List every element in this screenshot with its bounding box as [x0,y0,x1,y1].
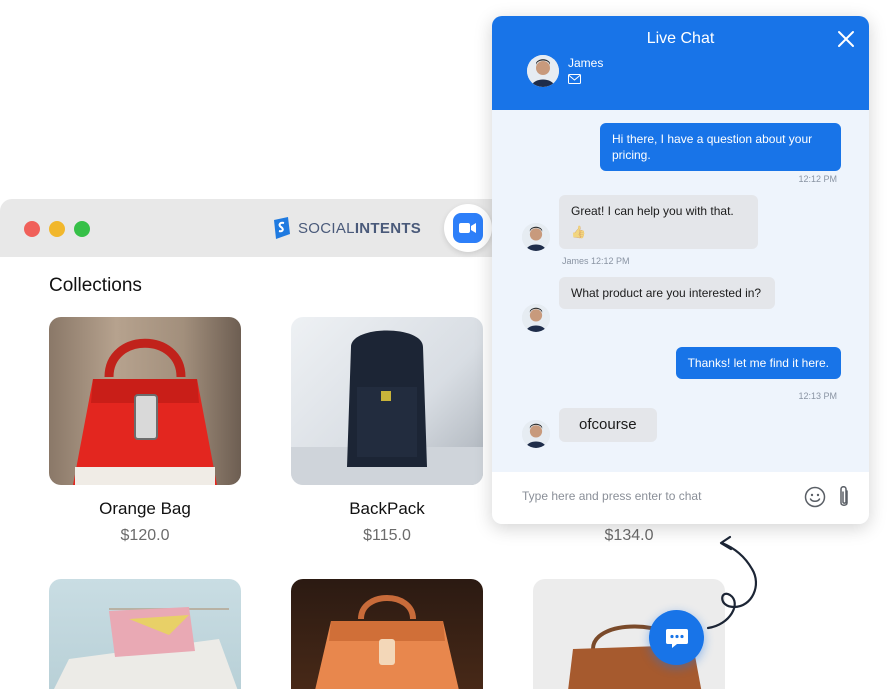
chat-title: Live Chat [646,30,715,47]
brand-logo-icon [274,217,290,239]
product-image-orange-handbag[interactable] [291,579,483,689]
emoji-icon[interactable] [804,486,826,508]
agent-name: James [568,56,604,70]
product-image[interactable] [291,317,483,485]
product-price: $134.0 [604,527,654,544]
window-titlebar: SOCIALINTENTS [0,199,520,257]
brand-name-part2: INTENTS [354,219,422,237]
product-card-orange-bag[interactable]: Orange Bag $120.0 [49,317,241,545]
paperclip-icon[interactable] [835,484,853,510]
product-image-pink-bag[interactable] [49,579,241,689]
chat-message-input[interactable] [522,489,792,503]
product-card-backpack[interactable]: BackPack $115.0 [291,317,483,545]
agent-message: What product are you interested in? [559,277,775,309]
collections-heading: Collections [49,275,142,296]
close-window-button[interactable] [24,221,40,237]
product-price: $115.0 [363,527,411,544]
maximize-window-button[interactable] [74,221,90,237]
arrow-icon [706,535,758,630]
agent-message-text: Great! I can help you with that. [571,204,734,218]
mail-icon[interactable] [568,74,581,84]
agent-avatar-small [522,223,550,251]
backpack-illustration [291,330,483,485]
agent-avatar-small [522,420,550,448]
close-icon[interactable] [837,30,855,48]
visitor-message: Thanks! let me find it here. [675,347,841,379]
brand-name-part1: SOCIAL [298,219,355,237]
chat-header: Live Chat James [492,16,869,110]
chat-bubble-icon [665,628,688,648]
message-timestamp: 12:12 PM [798,174,837,184]
thumbs-up-icon: 👍 [571,225,586,239]
product-name[interactable]: Orange Bag [49,499,241,519]
video-call-button[interactable] [444,204,492,252]
minimize-window-button[interactable] [49,221,65,237]
product-name[interactable]: BackPack [291,499,483,519]
agent-message: Great! I can help you with that. 👍 [559,195,758,249]
agent-message: ofcourse [559,408,657,442]
agent-avatar-small [522,304,550,332]
live-chat-widget: Live Chat James Hi there, I have a quest… [492,16,869,524]
video-icon [459,223,476,233]
message-timestamp: 12:13 PM [798,391,837,401]
bag-illustration [73,338,217,485]
agent-message-meta: James 12:12 PM [562,256,630,266]
chat-input-bar [492,472,869,524]
product-price: $120.0 [120,527,170,544]
chat-launcher-button[interactable] [649,610,704,665]
brand-logo: SOCIALINTENTS [272,216,421,240]
agent-avatar [527,55,559,87]
visitor-message: Hi there, I have a question about your p… [600,123,841,171]
product-image[interactable] [49,317,241,485]
